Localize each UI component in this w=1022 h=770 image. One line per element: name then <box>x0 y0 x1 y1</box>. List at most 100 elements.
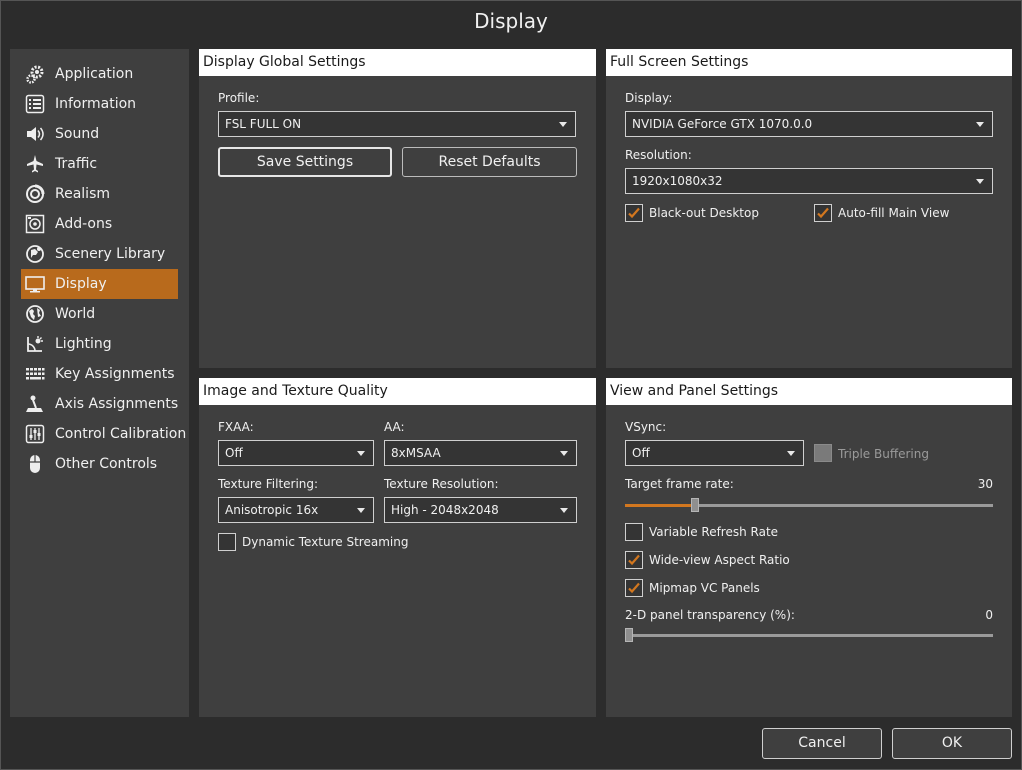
fxaa-select[interactable]: Off <box>218 440 374 466</box>
window-title: Display <box>474 9 548 33</box>
target-frame-rate-value: 30 <box>977 477 993 491</box>
lighting-icon <box>25 334 45 354</box>
texture-resolution-label: Texture Resolution: <box>384 477 499 491</box>
panel-transparency-label: 2-D panel transparency (%): <box>625 608 795 622</box>
slider-fill <box>625 504 695 507</box>
sidebar-item-other-controls[interactable]: Other Controls <box>21 449 178 479</box>
target-frame-rate-label: Target frame rate: <box>625 477 734 491</box>
sidebar-item-key-assignments[interactable]: Key Assignments <box>21 359 178 389</box>
reset-defaults-button[interactable]: Reset Defaults <box>402 147 577 177</box>
texture-filtering-select[interactable]: Anisotropic 16x <box>218 497 374 523</box>
sidebar-item-information[interactable]: Information <box>21 89 178 119</box>
checkmark-icon <box>628 582 640 594</box>
sliders-icon <box>25 424 45 444</box>
sidebar-item-sound[interactable]: Sound <box>21 119 178 149</box>
panel-header: Display Global Settings <box>199 49 596 76</box>
aa-value: 8xMSAA <box>391 446 441 460</box>
ok-button[interactable]: OK <box>892 728 1012 759</box>
sidebar-item-world[interactable]: World <box>21 299 178 329</box>
slider-thumb[interactable] <box>625 628 633 642</box>
chevron-down-icon <box>787 451 795 456</box>
sidebar-item-label: Other Controls <box>55 456 158 472</box>
cancel-button[interactable]: Cancel <box>762 728 882 759</box>
save-settings-button[interactable]: Save Settings <box>218 147 392 177</box>
dynamic-texture-streaming-label: Dynamic Texture Streaming <box>242 535 409 549</box>
triple-buffering-checkbox[interactable] <box>814 444 832 462</box>
chevron-down-icon <box>560 508 568 513</box>
aa-label: AA: <box>384 420 405 434</box>
sidebar-item-label: Display <box>55 276 107 292</box>
sidebar-item-scenery-library[interactable]: Scenery Library <box>21 239 178 269</box>
sidebar-item-label: Sound <box>55 126 100 142</box>
sidebar: Application Information Sound Traffic Re… <box>10 49 189 717</box>
mouse-icon <box>25 454 45 474</box>
realism-icon <box>25 184 45 204</box>
sidebar-item-label: Key Assignments <box>55 366 175 382</box>
autofill-main-view-checkbox[interactable] <box>814 204 832 222</box>
texture-filtering-value: Anisotropic 16x <box>225 503 319 517</box>
image-quality-panel: Image and Texture Quality FXAA: Off AA: … <box>199 378 596 717</box>
blackout-desktop-label: Black-out Desktop <box>649 206 759 220</box>
chevron-down-icon <box>357 508 365 513</box>
world-icon <box>25 304 45 324</box>
sidebar-item-label: Control Calibration <box>55 426 187 442</box>
panel-header: Full Screen Settings <box>606 49 1012 76</box>
autofill-main-view-label: Auto-fill Main View <box>838 206 950 220</box>
resolution-label: Resolution: <box>625 148 692 162</box>
chevron-down-icon <box>976 179 984 184</box>
chevron-down-icon <box>559 122 567 127</box>
variable-refresh-rate-checkbox[interactable] <box>625 523 643 541</box>
chevron-down-icon <box>357 451 365 456</box>
speaker-icon <box>25 124 45 144</box>
slider-thumb[interactable] <box>690 498 699 512</box>
sidebar-item-label: Axis Assignments <box>55 396 179 412</box>
gears-icon <box>25 64 45 84</box>
mipmap-vc-panels-checkbox[interactable] <box>625 579 643 597</box>
addons-icon <box>25 214 45 234</box>
display-select[interactable]: NVIDIA GeForce GTX 1070.0.0 <box>625 111 993 137</box>
profile-select[interactable]: FSL FULL ON <box>218 111 576 137</box>
sidebar-item-label: Application <box>55 66 134 82</box>
chevron-down-icon <box>560 451 568 456</box>
sidebar-item-application[interactable]: Application <box>21 59 178 89</box>
checkmark-icon <box>628 207 640 219</box>
globe-pin-icon <box>25 244 45 264</box>
sidebar-item-label: Traffic <box>55 156 98 172</box>
sidebar-item-addons[interactable]: Add-ons <box>21 209 178 239</box>
sidebar-item-label: Realism <box>55 186 111 202</box>
sidebar-item-label: Lighting <box>55 336 112 352</box>
sidebar-item-axis-assignments[interactable]: Axis Assignments <box>21 389 178 419</box>
sidebar-item-label: World <box>55 306 96 322</box>
wide-view-aspect-ratio-checkbox[interactable] <box>625 551 643 569</box>
target-frame-rate-slider[interactable] <box>625 498 993 512</box>
display-window: Display Application Information Sound Tr… <box>0 0 1022 770</box>
fxaa-label: FXAA: <box>218 420 254 434</box>
profile-value: FSL FULL ON <box>225 117 302 131</box>
fullscreen-settings-panel: Full Screen Settings Display: NVIDIA GeF… <box>606 49 1012 368</box>
dynamic-texture-streaming-checkbox[interactable] <box>218 533 236 551</box>
airplane-icon <box>25 154 45 174</box>
display-label: Display: <box>625 91 673 105</box>
texture-resolution-select[interactable]: High - 2048x2048 <box>384 497 577 523</box>
checkmark-icon <box>628 554 640 566</box>
blackout-desktop-checkbox[interactable] <box>625 204 643 222</box>
sidebar-item-control-calibration[interactable]: Control Calibration <box>21 419 186 449</box>
sidebar-item-label: Add-ons <box>55 216 113 232</box>
profile-label: Profile: <box>218 91 260 105</box>
triple-buffering-label: Triple Buffering <box>838 447 929 461</box>
texture-resolution-value: High - 2048x2048 <box>391 503 499 517</box>
sidebar-item-lighting[interactable]: Lighting <box>21 329 178 359</box>
aa-select[interactable]: 8xMSAA <box>384 440 577 466</box>
vsync-select[interactable]: Off <box>625 440 804 466</box>
panel-transparency-slider[interactable] <box>625 628 993 642</box>
panel-header: Image and Texture Quality <box>199 378 596 405</box>
wide-view-aspect-ratio-label: Wide-view Aspect Ratio <box>649 553 790 567</box>
resolution-select[interactable]: 1920x1080x32 <box>625 168 993 194</box>
sidebar-item-label: Scenery Library <box>55 246 166 262</box>
sidebar-item-traffic[interactable]: Traffic <box>21 149 178 179</box>
global-settings-panel: Display Global Settings Profile: FSL FUL… <box>199 49 596 368</box>
sidebar-item-realism[interactable]: Realism <box>21 179 178 209</box>
monitor-icon <box>25 274 45 294</box>
sidebar-item-display[interactable]: Display <box>21 269 178 299</box>
variable-refresh-rate-label: Variable Refresh Rate <box>649 525 779 539</box>
